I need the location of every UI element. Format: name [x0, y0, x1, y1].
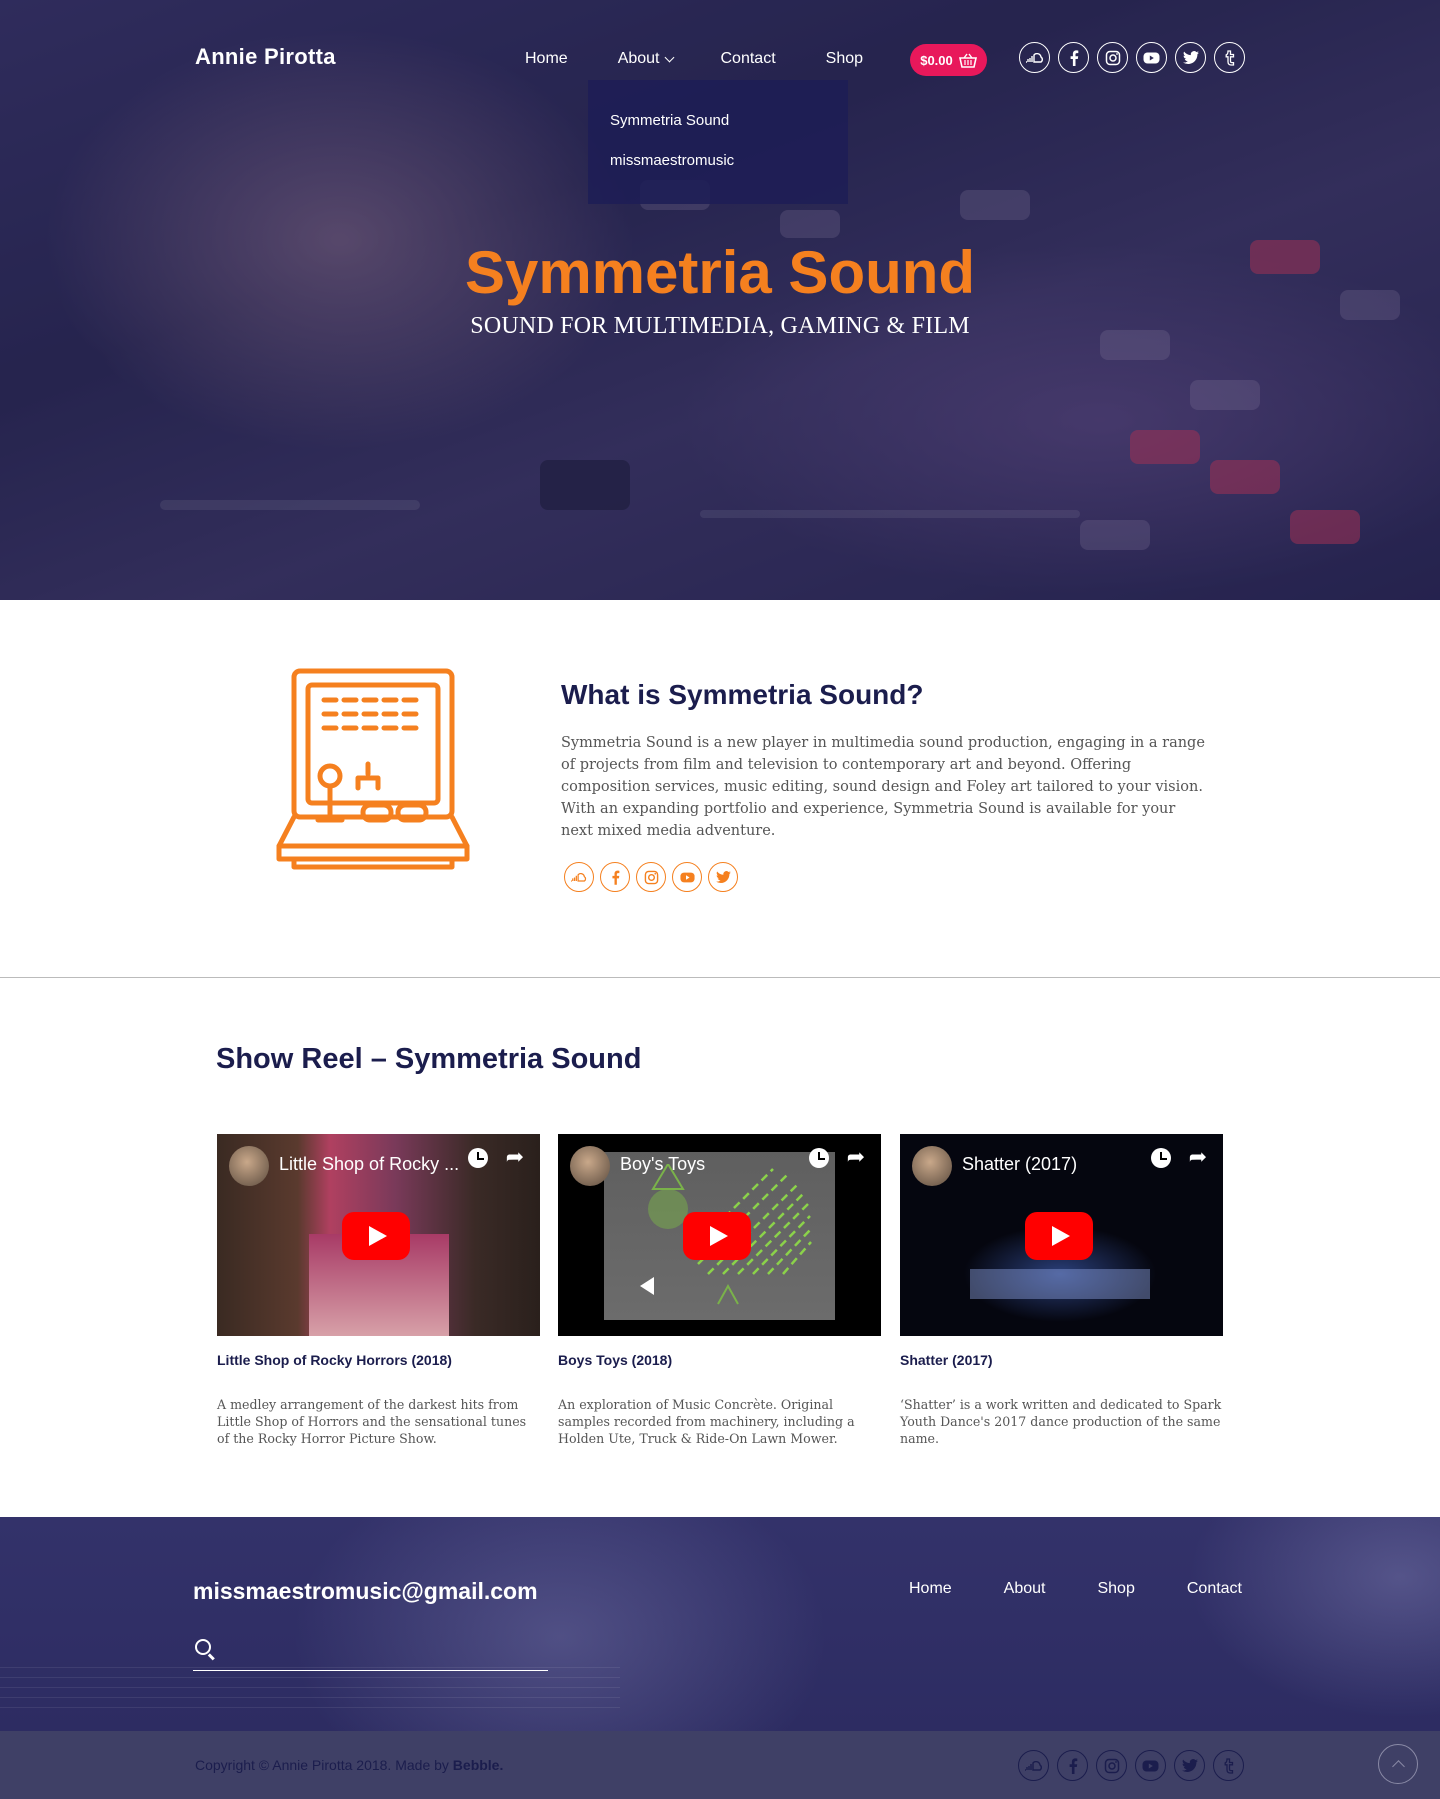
nav-home[interactable]: Home — [525, 50, 568, 68]
hero-banner: Annie Pirotta Home About Contact Shop $0… — [0, 0, 1440, 600]
video-card-title: Boys Toys (2018) — [558, 1352, 673, 1368]
about-social-links — [564, 862, 738, 892]
footer-email[interactable]: missmaestromusic@gmail.com — [193, 1578, 538, 1605]
twitter-icon[interactable] — [1175, 42, 1206, 73]
footer-nav-about[interactable]: About — [1004, 1580, 1046, 1598]
video-title: Little Shop of Rocky ... — [279, 1154, 460, 1174]
video-title: Shatter (2017) — [962, 1154, 1078, 1174]
dropdown-item-symmetria-sound[interactable]: Symmetria Sound — [588, 112, 848, 152]
twitter-icon[interactable] — [1174, 1750, 1205, 1781]
share-icon[interactable]: ➦ — [1189, 1144, 1207, 1170]
search-icon[interactable] — [195, 1639, 211, 1655]
facebook-icon[interactable] — [600, 862, 630, 892]
share-icon[interactable]: ➦ — [847, 1144, 865, 1170]
play-button[interactable] — [342, 1212, 410, 1260]
share-icon[interactable]: ➦ — [506, 1144, 524, 1170]
facebook-icon[interactable] — [1058, 42, 1089, 73]
footer-search-input[interactable] — [193, 1637, 548, 1671]
soundcloud-icon[interactable] — [1019, 42, 1050, 73]
tumblr-icon[interactable] — [1214, 42, 1245, 73]
video-card: Little Shop of Rocky ... ➦ Little Shop o… — [217, 1134, 540, 1447]
section-divider — [0, 977, 1440, 978]
tumblr-icon[interactable] — [1213, 1750, 1244, 1781]
video-card-description: A medley arrangement of the darkest hits… — [217, 1397, 527, 1446]
main-nav: Home About Contact Shop — [525, 50, 913, 68]
basket-icon — [958, 53, 977, 68]
watch-later-icon[interactable] — [468, 1148, 488, 1168]
footer-nav-home[interactable]: Home — [909, 1580, 952, 1598]
instagram-icon[interactable] — [1096, 1750, 1127, 1781]
play-button[interactable] — [683, 1212, 751, 1260]
facebook-icon[interactable] — [1057, 1750, 1088, 1781]
copyright-text: Copyright © Annie Pirotta 2018. Made by … — [195, 1757, 504, 1773]
instagram-icon[interactable] — [636, 862, 666, 892]
nav-about-label: About — [617, 50, 660, 67]
footer: missmaestromusic@gmail.com Home About Sh… — [0, 1517, 1440, 1731]
watch-later-icon[interactable] — [809, 1148, 829, 1168]
twitter-icon[interactable] — [708, 862, 738, 892]
nav-about[interactable]: About — [617, 50, 674, 68]
video-thumbnail[interactable]: Little Shop of Rocky ... ➦ — [217, 1134, 540, 1336]
footer-social-links — [1018, 1750, 1244, 1781]
video-card-title: Shatter (2017) — [900, 1352, 993, 1368]
avatar — [570, 1146, 610, 1186]
video-card: Shatter (2017) ➦ Shatter (2017) ‘Shatter… — [900, 1134, 1223, 1447]
copyright-bar: Copyright © Annie Pirotta 2018. Made by … — [0, 1731, 1440, 1799]
youtube-icon[interactable] — [1136, 42, 1167, 73]
video-card: Boy's Toys ➦ Boys Toys (2018) An explora… — [558, 1134, 881, 1447]
about-title: What is Symmetria Sound? — [561, 679, 924, 710]
soundcloud-icon[interactable] — [564, 862, 594, 892]
back-arrow-icon — [640, 1277, 654, 1295]
avatar — [229, 1146, 269, 1186]
footer-nav-contact[interactable]: Contact — [1187, 1580, 1242, 1598]
avatar — [912, 1146, 952, 1186]
video-card-description: An exploration of Music Concrète. Origin… — [558, 1397, 855, 1446]
about-dropdown-menu: Symmetria Sound missmaestromusic — [588, 80, 848, 204]
nav-shop[interactable]: Shop — [826, 50, 863, 68]
video-thumbnail[interactable]: Boy's Toys ➦ — [558, 1134, 881, 1336]
soundcloud-icon[interactable] — [1018, 1750, 1049, 1781]
bebble-link[interactable]: Bebble. — [453, 1757, 504, 1773]
video-card-description: ‘Shatter’ is a work written and dedicate… — [900, 1397, 1222, 1446]
chevron-down-icon — [664, 52, 674, 62]
hero-title: Symmetria Sound — [464, 239, 976, 306]
watch-later-icon[interactable] — [1151, 1148, 1171, 1168]
play-button[interactable] — [1025, 1212, 1093, 1260]
youtube-icon[interactable] — [672, 862, 702, 892]
cart-button[interactable]: $0.00 — [910, 44, 987, 76]
video-thumbnail[interactable]: Shatter (2017) ➦ — [900, 1134, 1223, 1336]
about-description: Symmetria Sound is a new player in multi… — [561, 735, 1205, 839]
arcade-machine-icon — [276, 668, 470, 870]
scroll-to-top-button[interactable] — [1378, 1744, 1418, 1784]
chevron-up-icon — [1391, 1759, 1405, 1773]
header-social-links — [1019, 42, 1245, 73]
youtube-icon[interactable] — [1135, 1750, 1166, 1781]
nav-contact[interactable]: Contact — [721, 50, 776, 68]
cart-total: $0.00 — [920, 52, 953, 68]
show-reel-title: Show Reel – Symmetria Sound — [216, 1043, 642, 1075]
dropdown-item-missmaestromusic[interactable]: missmaestromusic — [588, 152, 848, 192]
footer-nav-shop[interactable]: Shop — [1097, 1580, 1134, 1598]
hero-subtitle: SOUND FOR MULTIMEDIA, GAMING & FILM — [470, 313, 970, 339]
instagram-icon[interactable] — [1097, 42, 1128, 73]
video-title: Boy's Toys — [620, 1154, 706, 1174]
footer-nav: Home About Shop Contact — [909, 1580, 1242, 1598]
site-logo[interactable]: Annie Pirotta — [195, 44, 336, 70]
video-card-title: Little Shop of Rocky Horrors (2018) — [217, 1352, 452, 1368]
